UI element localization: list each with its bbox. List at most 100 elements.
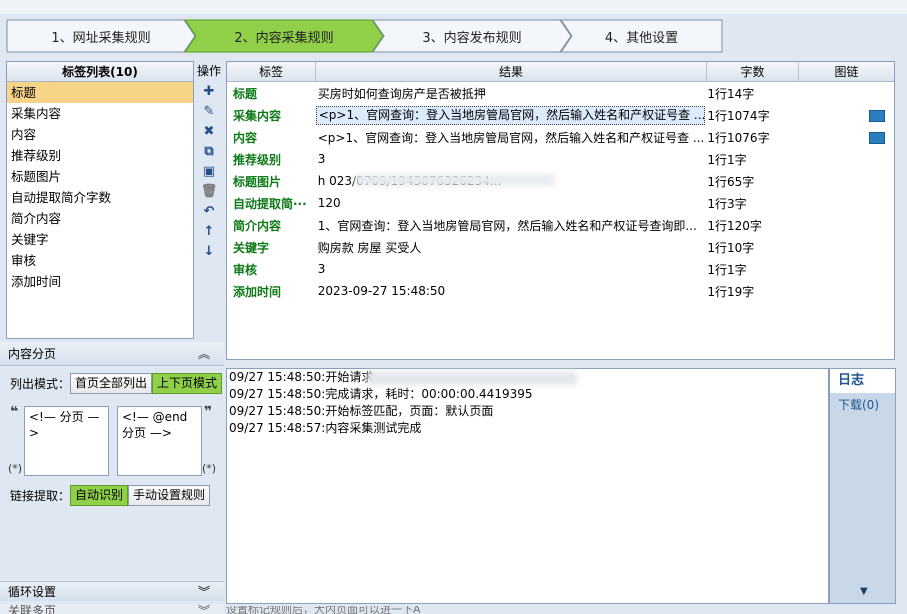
cell-count: 1行120字 — [707, 218, 762, 233]
cell-result[interactable]: 3 — [316, 152, 706, 166]
log-line: 09/27 15:48:50:完成请求，耗时：00:00:00.4419395 — [229, 387, 533, 401]
cell-tag: 采集内容 — [233, 108, 282, 123]
step-label: 1、网址采集规则 — [51, 30, 151, 46]
cell-count: 1行14字 — [707, 86, 755, 101]
link-label: 链接提取： — [10, 489, 71, 503]
manual-rule-button[interactable]: 手动设置规则 — [128, 485, 211, 506]
table-row[interactable]: 审核 3 1行1字 — [227, 258, 894, 280]
image-icon[interactable] — [869, 131, 886, 144]
log-line: 09/27 15:48:50:开始标签匹配，页面：默认页面 — [229, 404, 494, 418]
mode-row: 列出模式： 首页全部列出 上下页模式 — [10, 373, 223, 394]
tag-item[interactable]: 自动提取简介字数 — [7, 187, 193, 208]
header-result[interactable]: 结果 — [316, 62, 707, 81]
auto-detect-button[interactable]: 自动识别 — [70, 485, 129, 506]
related-pages-title: 关联多页 — [8, 604, 57, 614]
cell-tag: 内容 — [233, 130, 258, 145]
related-pages-header[interactable]: 关联多页 ︾ — [0, 604, 224, 614]
tag-item[interactable]: 采集内容 — [7, 103, 193, 124]
tag-item[interactable]: 推荐级别 — [7, 145, 193, 166]
tag-item[interactable]: 标题 — [7, 82, 193, 103]
table-row[interactable]: 采集内容 <p>1、官网查询：登入当地房管局官网，然后输入姓名和产权证号查 ...… — [227, 104, 894, 126]
cell-result[interactable]: <p>1、官网查询：登入当地房管局官网，然后输入姓名和产权证号查 ... — [315, 105, 706, 125]
tab-other-settings[interactable]: 4、其他设置 — [560, 19, 723, 53]
cell-count: 1行1字 — [707, 262, 747, 277]
copy-icon[interactable]: ⧉ — [195, 141, 223, 161]
log-line: 09/27 15:48:57:内容采集测试完成 — [229, 421, 422, 435]
cell-tag: 添加时间 — [233, 284, 282, 299]
cell-result[interactable]: <p>1、官网查询：登入当地房管局官网，然后输入姓名和产权证号查 ... — [316, 129, 706, 146]
step-label: 4、其他设置 — [604, 30, 679, 46]
side-tabs: 日志 下载(0) ▼ — [829, 368, 896, 604]
edit-icon[interactable]: ✎ — [195, 101, 223, 121]
cell-count: 1行19字 — [707, 284, 755, 299]
tag-item[interactable]: 审核 — [7, 250, 193, 271]
cell-count: 1行3字 — [707, 196, 747, 211]
table-row[interactable]: 添加时间 2023-09-27 15:48:50 1行19字 — [227, 280, 894, 302]
header-count[interactable]: 字数 — [707, 62, 799, 81]
link-extract-row: 链接提取： 自动识别 手动设置规则 — [10, 485, 211, 506]
results-grid: 标签 结果 字数 图链 标题 买房时如何查询房产是否被抵押 1行14字 采集内容 <p… — [226, 61, 895, 360]
table-row[interactable]: 关键字 购房款 房屋 买受人 1行10字 — [227, 236, 894, 258]
scroll-down-icon[interactable]: ▼ — [860, 586, 868, 597]
cell-count: 1行10字 — [707, 240, 755, 255]
tab-log[interactable]: 日志 — [830, 369, 895, 393]
tab-url-rules[interactable]: 1、网址采集规则 — [6, 19, 196, 53]
tab-publish-rules[interactable]: 3、内容发布规则 — [372, 19, 572, 53]
log-output[interactable]: 09/27 15:48:50:开始请求 09/27 15:48:50:完成请求，… — [226, 368, 829, 604]
mode-all-button[interactable]: 首页全部列出 — [70, 373, 153, 394]
cell-result[interactable]: 3 — [316, 262, 706, 276]
mode-label: 列出模式： — [10, 377, 71, 391]
cell-result[interactable]: 1、官网查询：登入当地房管局官网，然后输入姓名和产权证号查询即... — [316, 217, 706, 234]
cell-tag: 标题图片 — [233, 174, 282, 189]
page-start-input[interactable]: <!— 分页 —> — [24, 406, 109, 476]
wizard-steps: 1、网址采集规则 2、内容采集规则 3、内容发布规则 4、其他设置 — [6, 19, 723, 53]
expand-down-icon[interactable]: ︾ — [198, 582, 210, 602]
undo-icon[interactable]: ↶ — [195, 201, 223, 221]
trash-icon[interactable]: 🗑 — [195, 181, 223, 201]
tag-item[interactable]: 添加时间 — [7, 271, 193, 292]
expand-down-icon[interactable]: ︾ — [198, 604, 210, 614]
cell-result[interactable]: 购房款 房屋 买受人 — [316, 239, 706, 256]
quote-close-icon: ❞ — [204, 404, 213, 420]
image-icon[interactable] — [869, 109, 886, 122]
collapse-up-icon[interactable]: ︽ — [198, 342, 210, 366]
mode-prev-next-button[interactable]: 上下页模式 — [152, 373, 223, 394]
cell-pic — [797, 130, 894, 144]
paste-icon[interactable]: ▣ — [195, 161, 223, 181]
header-pic[interactable]: 图链 — [799, 62, 894, 81]
table-row[interactable]: 内容 <p>1、官网查询：登入当地房管局官网，然后输入姓名和产权证号查 ... 1行… — [227, 126, 894, 148]
cell-tag: 审核 — [233, 262, 258, 277]
table-row[interactable]: 推荐级别 3 1行1字 — [227, 148, 894, 170]
cell-result[interactable]: 2023-09-27 15:48:50 — [316, 284, 706, 298]
quote-open-icon: ❝ — [10, 404, 19, 420]
status-bar: 设置标记规则后，大内页面可以进一下A — [226, 606, 421, 614]
wildcard-label: (*) — [202, 462, 217, 475]
tag-item[interactable]: 简介内容 — [7, 208, 193, 229]
loop-settings-header[interactable]: 循环设置 ︾ — [0, 581, 224, 601]
table-row[interactable]: 标题 买房时如何查询房产是否被抵押 1行14字 — [227, 82, 894, 104]
add-icon[interactable]: ✚ — [195, 81, 223, 101]
cell-tag: 自动提取简··· — [233, 196, 307, 211]
cell-tag: 标题 — [233, 86, 258, 101]
delete-icon[interactable]: ✖ — [195, 121, 223, 141]
cell-tag: 推荐级别 — [233, 152, 282, 167]
cell-tag: 关键字 — [233, 240, 270, 255]
table-row[interactable]: 标题图片h 023/0709/1943076326234...1行65字 — [227, 170, 894, 192]
tab-content-rules[interactable]: 2、内容采集规则 — [184, 19, 384, 53]
cell-result[interactable]: 120 — [316, 196, 706, 210]
ops-toolbar: 操作 ✚ ✎ ✖ ⧉ ▣ 🗑 ↶ ↑ ↓ — [195, 61, 223, 339]
tab-download[interactable]: 下载(0) — [830, 393, 895, 417]
header-tag[interactable]: 标签 — [227, 62, 316, 81]
page-end-input[interactable]: <!— @end 分页 —> — [117, 406, 202, 476]
step-label: 2、内容采集规则 — [234, 30, 334, 46]
move-down-icon[interactable]: ↓ — [195, 241, 223, 261]
table-row[interactable]: 简介内容 1、官网查询：登入当地房管局官网，然后输入姓名和产权证号查询即... 1行… — [227, 214, 894, 236]
cell-count: 1行1字 — [707, 152, 747, 167]
move-up-icon[interactable]: ↑ — [195, 221, 223, 241]
pagination-header[interactable]: 内容分页 ︽ — [0, 342, 224, 366]
tag-item[interactable]: 关键字 — [7, 229, 193, 250]
table-row[interactable]: 自动提取简··· 120 1行3字 — [227, 192, 894, 214]
cell-result[interactable]: 买房时如何查询房产是否被抵押 — [316, 85, 706, 102]
tag-item[interactable]: 标题图片 — [7, 166, 193, 187]
tag-item[interactable]: 内容 — [7, 124, 193, 145]
